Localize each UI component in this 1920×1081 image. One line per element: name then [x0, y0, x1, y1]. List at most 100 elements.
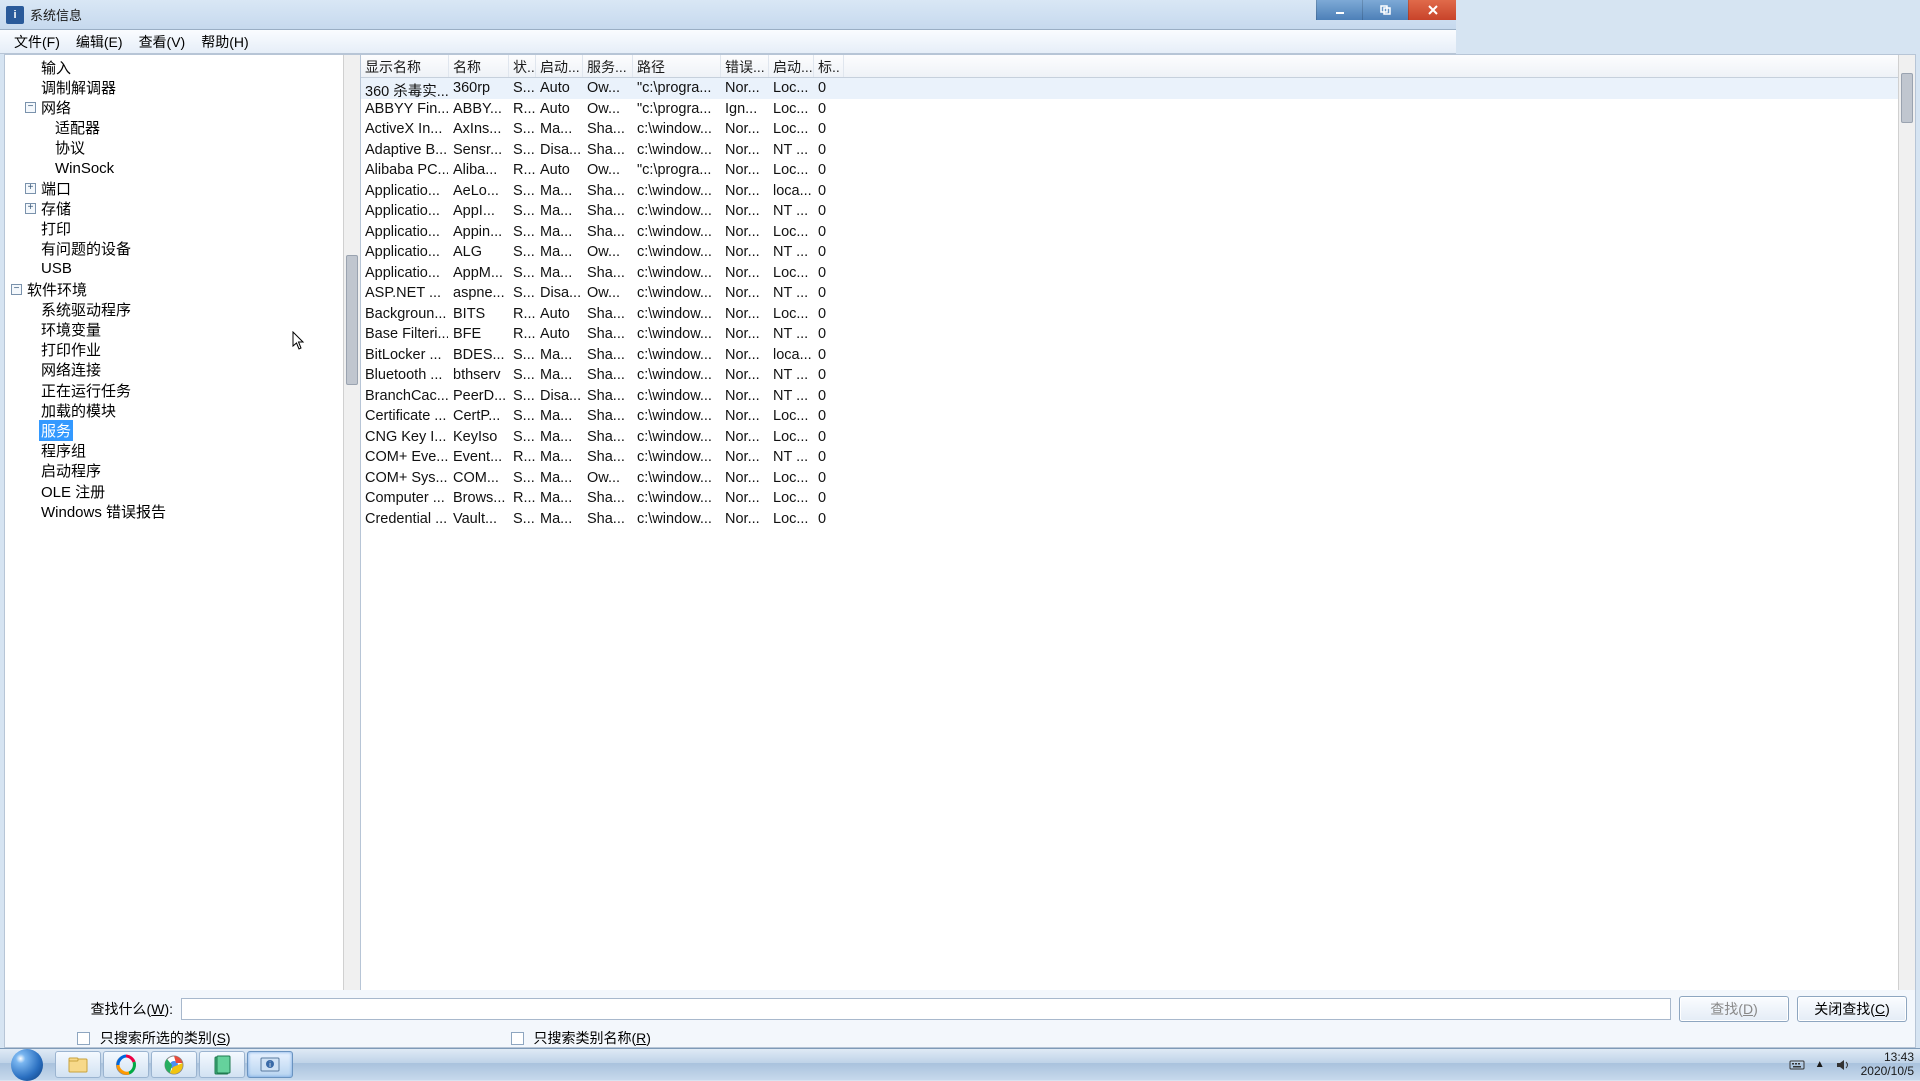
table-row[interactable]: Computer ...Brows...R...Ma...Sha...c:\wi… [361, 488, 1898, 509]
tree-item-label: 服务 [39, 420, 73, 441]
tree-item[interactable]: 打印作业 [5, 340, 343, 360]
table-row[interactable]: 360 杀毒实...360rpS...AutoOw..."c:\progra..… [361, 78, 1898, 99]
table-row[interactable]: ASP.NET ...aspne...S...Disa...Ow...c:\wi… [361, 283, 1898, 304]
column-header[interactable]: 名称 [449, 55, 509, 77]
menu-view[interactable]: 查看(V) [131, 30, 194, 54]
tree-toggle-icon[interactable]: − [25, 102, 36, 113]
tree-item[interactable]: 调制解调器 [5, 77, 343, 97]
minimize-button[interactable] [1316, 0, 1362, 20]
search-only-selected-checkbox[interactable]: 只搜索所选的类别(S) [77, 1028, 231, 1048]
tree-item[interactable]: 服务 [5, 420, 343, 440]
list-header[interactable]: 显示名称名称状...启动...服务...路径错误...启动...标.. [361, 55, 1898, 78]
table-row[interactable]: Backgroun...BITSR...AutoSha...c:\window.… [361, 304, 1898, 325]
table-row[interactable]: CNG Key I...KeyIsoS...Ma...Sha...c:\wind… [361, 427, 1898, 448]
search-category-names-checkbox[interactable]: 只搜索类别名称(R) [511, 1028, 651, 1048]
start-button[interactable] [0, 1049, 54, 1080]
list-body[interactable]: 360 杀毒实...360rpS...AutoOw..."c:\progra..… [361, 78, 1898, 529]
tree-item[interactable]: 有问题的设备 [5, 239, 343, 259]
table-cell: Ow... [583, 283, 633, 304]
list-scrollbar-thumb[interactable] [1901, 73, 1913, 123]
column-header[interactable]: 路径 [633, 55, 721, 77]
column-header[interactable]: 错误... [721, 55, 769, 77]
tree-item[interactable]: 正在运行任务 [5, 380, 343, 400]
tree-item[interactable]: 加载的模块 [5, 400, 343, 420]
tree-scrollbar[interactable] [343, 55, 360, 1017]
tree-item[interactable]: WinSock [5, 158, 343, 178]
tree-item[interactable]: 输入 [5, 57, 343, 77]
table-row[interactable]: ActiveX In...AxIns...S...Ma...Sha...c:\w… [361, 119, 1898, 140]
tray-chevron-icon[interactable]: ▲ [1815, 1059, 1825, 1070]
column-header[interactable]: 状... [509, 55, 536, 77]
tree-item[interactable]: +存储 [5, 198, 343, 218]
list-scrollbar[interactable] [1898, 55, 1915, 1017]
search-input[interactable] [181, 998, 1671, 1020]
table-row[interactable]: Credential ...Vault...S...Ma...Sha...c:\… [361, 509, 1898, 530]
tree-toggle-icon[interactable]: − [11, 284, 22, 295]
tree-item[interactable]: 协议 [5, 138, 343, 158]
tree-item[interactable]: 程序组 [5, 441, 343, 461]
table-cell: Nor... [721, 468, 769, 489]
table-row[interactable]: COM+ Sys...COM...S...Ma...Ow...c:\window… [361, 468, 1898, 489]
tree-item-label: 打印作业 [39, 339, 103, 360]
volume-icon[interactable] [1835, 1057, 1851, 1073]
column-header[interactable]: 服务... [583, 55, 633, 77]
column-header[interactable]: 显示名称 [361, 55, 449, 77]
tree-toggle-icon[interactable]: + [25, 183, 36, 194]
tree-item[interactable]: 适配器 [5, 118, 343, 138]
tree-scrollbar-thumb[interactable] [346, 255, 358, 385]
tree-item[interactable]: −网络 [5, 97, 343, 117]
tree-item[interactable]: 环境变量 [5, 319, 343, 339]
table-cell: 0 [814, 406, 844, 427]
taskbar-clock[interactable]: 13:43 2020/10/5 [1861, 1051, 1914, 1079]
menu-help[interactable]: 帮助(H) [193, 30, 256, 54]
table-row[interactable]: Alibaba PC...Aliba...R...AutoOw..."c:\pr… [361, 160, 1898, 181]
table-row[interactable]: BitLocker ...BDES...S...Ma...Sha...c:\wi… [361, 345, 1898, 366]
windows-orb-icon [11, 1049, 43, 1081]
table-row[interactable]: BranchCac...PeerD...S...Disa...Sha...c:\… [361, 386, 1898, 407]
table-row[interactable]: ABBYY Fin...ABBY...R...AutoOw..."c:\prog… [361, 99, 1898, 120]
table-cell: Ow... [583, 99, 633, 120]
taskbar-explorer[interactable] [55, 1051, 101, 1078]
table-row[interactable]: Applicatio...AppM...S...Ma...Sha...c:\wi… [361, 263, 1898, 284]
tree-item[interactable]: OLE 注册 [5, 481, 343, 501]
tree-item[interactable]: 网络连接 [5, 360, 343, 380]
taskbar-msinfo[interactable]: i [247, 1051, 293, 1078]
table-row[interactable]: Adaptive B...Sensr...S...Disa...Sha...c:… [361, 140, 1898, 161]
column-header[interactable]: 标.. [814, 55, 844, 77]
taskbar-app-green[interactable] [199, 1051, 245, 1078]
table-row[interactable]: COM+ Eve...Event...R...Ma...Sha...c:\win… [361, 447, 1898, 468]
table-cell: c:\window... [633, 406, 721, 427]
tree-item[interactable]: −软件环境 [5, 279, 343, 299]
table-cell: NT ... [769, 365, 814, 386]
tree-item[interactable]: 打印 [5, 219, 343, 239]
tree-item[interactable]: +端口 [5, 178, 343, 198]
titlebar[interactable]: i 系统信息 [0, 0, 1456, 30]
column-header[interactable]: 启动... [769, 55, 814, 77]
table-cell: S... [509, 427, 536, 448]
table-row[interactable]: Applicatio...Appin...S...Ma...Sha...c:\w… [361, 222, 1898, 243]
tree-item[interactable]: USB [5, 259, 343, 279]
tree-item[interactable]: 启动程序 [5, 461, 343, 481]
category-tree[interactable]: 输入调制解调器−网络适配器协议WinSock+端口+存储打印有问题的设备USB−… [5, 55, 343, 1017]
close-button[interactable] [1408, 0, 1456, 20]
tree-item[interactable]: 系统驱动程序 [5, 299, 343, 319]
table-row[interactable]: Applicatio...AppI...S...Ma...Sha...c:\wi… [361, 201, 1898, 222]
maximize-button[interactable] [1362, 0, 1408, 20]
table-row[interactable]: Base Filteri...BFER...AutoSha...c:\windo… [361, 324, 1898, 345]
column-header[interactable]: 启动... [536, 55, 583, 77]
taskbar-chrome[interactable] [151, 1051, 197, 1078]
tree-item[interactable]: Windows 错误报告 [5, 501, 343, 521]
table-cell: Ma... [536, 119, 583, 140]
table-row[interactable]: Bluetooth ...bthservS...Ma...Sha...c:\wi… [361, 365, 1898, 386]
table-row[interactable]: Certificate ...CertP...S...Ma...Sha...c:… [361, 406, 1898, 427]
table-row[interactable]: Applicatio...AeLo...S...Ma...Sha...c:\wi… [361, 181, 1898, 202]
menu-file[interactable]: 文件(F) [6, 30, 68, 54]
table-row[interactable]: Applicatio...ALGS...Ma...Ow...c:\window.… [361, 242, 1898, 263]
close-find-button[interactable]: 关闭查找(C) [1797, 996, 1907, 1022]
tree-toggle-icon[interactable]: + [25, 203, 36, 214]
table-cell: Ma... [536, 365, 583, 386]
menu-edit[interactable]: 编辑(E) [68, 30, 131, 54]
taskbar-browser-1[interactable] [103, 1051, 149, 1078]
find-button[interactable]: 查找(D) [1679, 996, 1789, 1022]
keyboard-icon[interactable] [1789, 1057, 1805, 1073]
